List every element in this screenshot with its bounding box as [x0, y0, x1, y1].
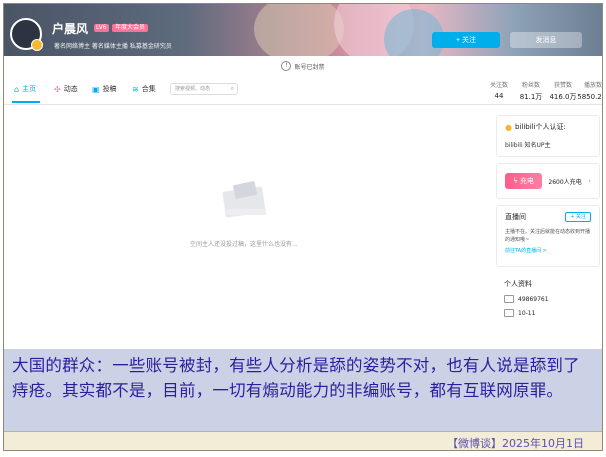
- cert-text: bilibili 知名UP主: [505, 142, 551, 149]
- chevron-right-icon[interactable]: ›: [588, 177, 591, 185]
- screenshot-frame: 户晨风 LV6 年度大会员 著名网络博主 著名媒体主播 私募基金研究员 + 关注…: [3, 3, 603, 451]
- footer-source-date: 【微博谈】2025年10月1日: [447, 437, 584, 450]
- lightning-icon: ϟ: [513, 177, 520, 185]
- active-tab-indicator: [12, 101, 40, 103]
- notice-text: 账号已封禁: [294, 63, 325, 71]
- tab-home[interactable]: ⌂ 主页: [14, 84, 36, 94]
- stat-likes: 获赞数 416.0万: [549, 82, 577, 101]
- footer: 【微博谈】2025年10月1日: [4, 431, 602, 450]
- user-signature: 著名网络博主 著名媒体主播 私募基金研究员: [54, 43, 172, 50]
- tab-collection[interactable]: ≋ 合集: [132, 84, 156, 94]
- profile-info-card: 个人资料 49869761 10-11: [496, 273, 600, 333]
- upload-icon: ▣: [92, 84, 100, 94]
- tab-upload[interactable]: ▣ 投稿: [92, 84, 117, 94]
- caption-text: 大国的群众：一些账号被封，有些人分析是舔的姿势不对，也有人说是舔到了痔疮。其实都…: [12, 356, 580, 400]
- tab-dynamic[interactable]: ✣ 动态: [54, 84, 78, 94]
- live-title: 直播间: [505, 213, 526, 221]
- charge-card: ϟ 充电 2600人充电 ›: [496, 163, 600, 199]
- warning-icon: !: [281, 61, 292, 71]
- empty-box-icon: [222, 181, 266, 218]
- profile-nav: ⌂ 主页 ✣ 动态 ▣ 投稿 ≋ 合集 搜索视频、动态 ⌕ 关注数 44 粉丝数 81.…: [4, 76, 602, 105]
- stat-following[interactable]: 关注数 44: [482, 80, 516, 100]
- follow-button[interactable]: + 关注: [432, 32, 500, 48]
- profile-banner: 户晨风 LV6 年度大会员 著名网络博主 著名媒体主播 私募基金研究员 + 关注…: [4, 4, 602, 56]
- live-follow-button[interactable]: + 关注: [565, 212, 591, 222]
- caption-box: 大国的群众：一些账号被封，有些人分析是舔的姿势不对，也有人说是舔到了痔疮。其实都…: [4, 349, 602, 431]
- charge-button[interactable]: ϟ 充电: [505, 173, 542, 189]
- space-search-input[interactable]: 搜索视频、动态 ⌕: [170, 83, 238, 95]
- live-room-card: 直播间 + 关注 主播不在。关注后就能在动态收到开播的通知哦~ 前往TA的直播间…: [496, 205, 600, 267]
- search-icon[interactable]: ⌕: [231, 84, 234, 94]
- level-badge: LV6: [94, 24, 109, 32]
- profile-title: 个人资料: [504, 280, 532, 288]
- main-content: 空间主人还没投过稿，这里什么也没有... ● bilibili个人认证: bili…: [4, 105, 602, 349]
- verified-badge-icon: [31, 39, 43, 51]
- stat-followers[interactable]: 粉丝数 81.1万: [514, 80, 548, 102]
- cert-icon: ●: [505, 122, 512, 132]
- certification-card: ● bilibili个人认证: bilibili 知名UP主: [496, 115, 600, 157]
- collection-icon: ≋: [132, 84, 139, 94]
- account-banned-notice: ! 账号已封禁: [4, 56, 602, 77]
- live-room-link[interactable]: 前往TA的直播间 >: [505, 247, 591, 254]
- right-sidebar: ● bilibili个人认证: bilibili 知名UP主 ϟ 充电 2600人…: [496, 115, 600, 339]
- charge-count: 2600人充电: [548, 178, 582, 186]
- home-icon: ⌂: [14, 84, 20, 94]
- empty-state-text: 空间主人还没投过稿，这里什么也没有...: [190, 241, 298, 248]
- avatar[interactable]: [10, 18, 43, 51]
- calendar-icon: [504, 309, 514, 317]
- stat-plays: 播放数 5850.2万: [577, 82, 602, 101]
- message-button[interactable]: 发消息: [510, 32, 582, 48]
- username: 户晨风: [52, 22, 89, 36]
- vip-badge: 年度大会员: [112, 24, 149, 32]
- live-status-text: 主播不在。关注后就能在动态收到开播的通知哦~: [505, 229, 591, 243]
- dynamic-icon: ✣: [54, 84, 61, 94]
- id-card-icon: [504, 295, 514, 303]
